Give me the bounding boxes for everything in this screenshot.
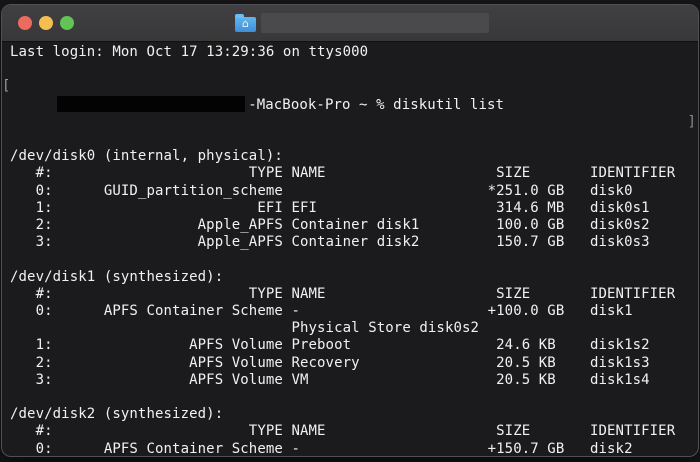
traffic-lights <box>18 5 74 41</box>
table-row-physical-store: Physical Store disk0s2 <box>10 320 698 337</box>
table-header-disk0: #: TYPE NAME SIZE IDENTIFIER <box>10 165 698 182</box>
prompt-line: [ -MacBook-Pro ~ % diskutil list ] <box>10 61 698 148</box>
table-row: 2: Apple_APFS Container disk1 100.0 GB d… <box>10 217 698 234</box>
blank-line <box>10 251 698 268</box>
table-row: 2: APFS Volume Recovery 20.5 KB disk1s3 <box>10 355 698 372</box>
prompt-left-bracket: [ <box>2 78 11 95</box>
blank-line <box>10 389 698 406</box>
prompt-username-redaction-box <box>57 96 245 112</box>
home-folder-icon[interactable] <box>235 17 256 32</box>
device-header-disk1: /dev/disk1 (synthesized): <box>10 269 698 286</box>
titlebar[interactable] <box>2 5 698 42</box>
table-row: 0: APFS Container Scheme - +100.0 GB dis… <box>10 303 698 320</box>
window-title-redaction-box <box>261 13 489 33</box>
table-row: 0: GUID_partition_scheme *251.0 GB disk0 <box>10 183 698 200</box>
table-header-disk1: #: TYPE NAME SIZE IDENTIFIER <box>10 286 698 303</box>
device-header-disk0: /dev/disk0 (internal, physical): <box>10 148 698 165</box>
terminal-window: Last login: Mon Oct 17 13:29:36 on ttys0… <box>1 4 699 457</box>
zoom-button[interactable] <box>60 16 74 30</box>
title-group <box>235 13 489 33</box>
table-row: 1: EFI EFI 314.6 MB disk0s1 <box>10 200 698 217</box>
device-header-disk2: /dev/disk2 (synthesized): <box>10 406 698 423</box>
minimize-button[interactable] <box>39 16 53 30</box>
table-row: 0: APFS Container Scheme - +150.7 GB dis… <box>10 441 698 457</box>
prompt-right-bracket: ] <box>687 114 696 131</box>
table-row: 1: APFS Volume Preboot 24.6 KB disk1s2 <box>10 337 698 354</box>
prompt-host-and-command: -MacBook-Pro ~ % diskutil list <box>248 97 504 113</box>
table-row: 3: Apple_APFS Container disk2 150.7 GB d… <box>10 234 698 251</box>
terminal-output[interactable]: Last login: Mon Oct 17 13:29:36 on ttys0… <box>2 42 698 457</box>
table-header-disk2: #: TYPE NAME SIZE IDENTIFIER <box>10 423 698 440</box>
table-row: 3: APFS Volume VM 20.5 KB disk1s4 <box>10 372 698 389</box>
last-login-line: Last login: Mon Oct 17 13:29:36 on ttys0… <box>10 44 698 61</box>
close-button[interactable] <box>18 16 32 30</box>
